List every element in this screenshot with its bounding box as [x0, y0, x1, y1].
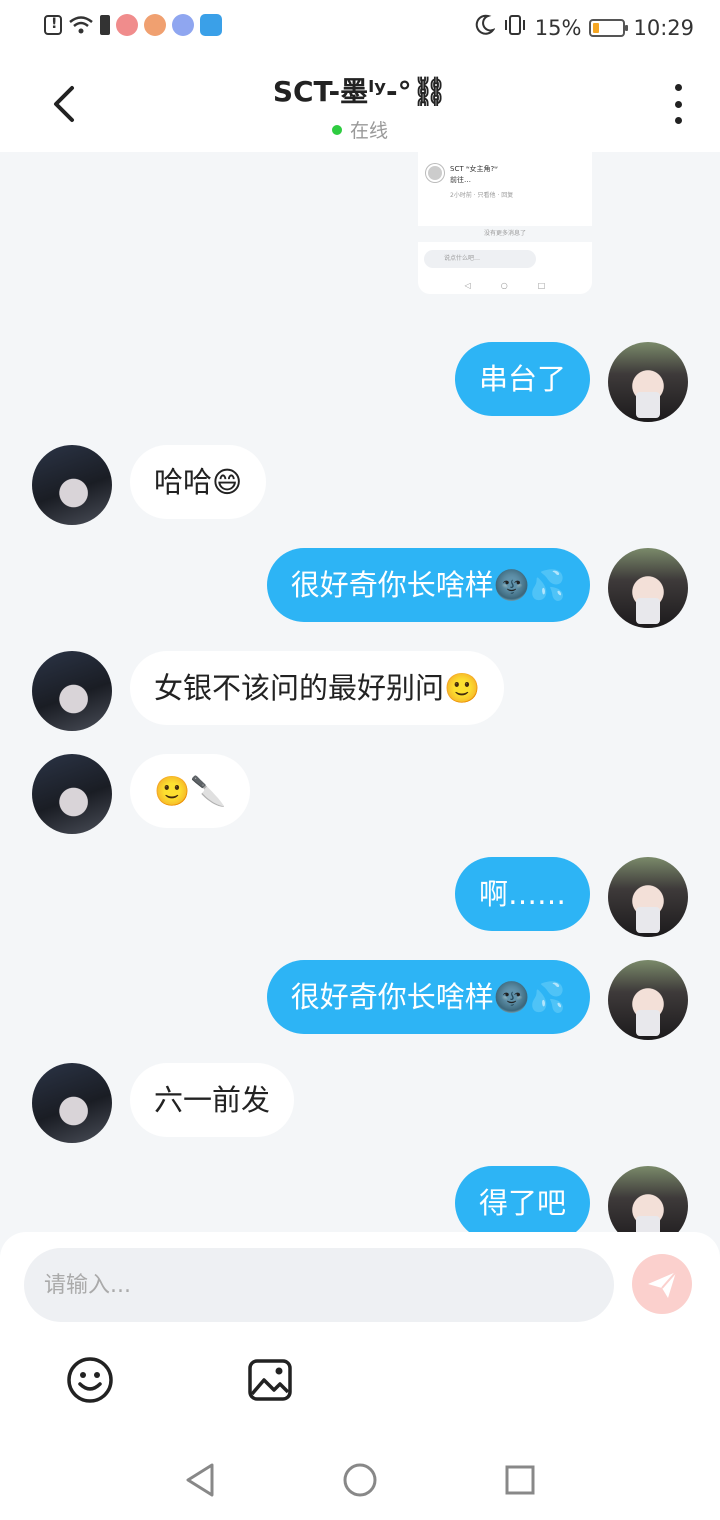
square-recents-icon — [505, 1465, 535, 1495]
message-bubble[interactable]: 串台了 — [454, 342, 590, 416]
shared-screenshot-image[interactable]: SCT ʷ女主角?ʷ 前往… 2小时前 · 只看他 · 回复 没有更多消息了 说… — [418, 152, 592, 294]
message-row: 六一前发 — [32, 1063, 295, 1143]
online-status: 在线 — [0, 116, 720, 143]
screenshot-navbar: ◁ ○ □ — [464, 281, 546, 290]
message-bubble[interactable]: 很好奇你长啥样🌚💦 — [266, 548, 590, 622]
status-bar: 15% 10:29 — [0, 0, 720, 56]
app-icon — [116, 14, 138, 36]
message-row: 哈哈😄 — [32, 445, 267, 525]
vibrate-icon — [503, 14, 527, 41]
avatar[interactable] — [32, 445, 112, 525]
avatar[interactable] — [32, 754, 112, 834]
avatar[interactable] — [608, 857, 688, 937]
title-block: SCT-墨ˡʸ-°⛓ 在线 — [0, 70, 720, 143]
message-bubble[interactable]: 得了吧 — [454, 1166, 590, 1232]
image-button[interactable] — [246, 1356, 294, 1404]
app-icon — [144, 14, 166, 36]
screenshot-separator: 没有更多消息了 — [418, 226, 592, 242]
avatar — [426, 164, 444, 182]
battery-saver-icon — [100, 15, 110, 35]
emoji-button[interactable] — [66, 1356, 114, 1404]
alert-icon — [44, 15, 62, 35]
avatar[interactable] — [32, 1063, 112, 1143]
screenshot-text: 2小时前 · 只看他 · 回复 — [450, 192, 514, 199]
nav-back-button[interactable] — [184, 1462, 216, 1502]
message-row: 女银不该问的最好别问🙂 — [32, 651, 505, 731]
screenshot-post: SCT ʷ女主角?ʷ 前往… 2小时前 · 只看他 · 回复 — [426, 164, 513, 199]
more-dot — [674, 117, 682, 124]
chat-header: SCT-墨ˡʸ-°⛓ 在线 — [0, 56, 720, 152]
avatar[interactable] — [608, 548, 688, 628]
avatar[interactable] — [608, 1166, 688, 1232]
message-row: 很好奇你长啥样🌚💦 — [266, 960, 688, 1040]
message-input[interactable] — [24, 1248, 614, 1322]
triangle-back-icon — [186, 1463, 214, 1497]
message-list[interactable]: SCT ʷ女主角?ʷ 前往… 2小时前 · 只看他 · 回复 没有更多消息了 说… — [0, 152, 720, 1232]
message-row: 🙂🔪 — [32, 754, 251, 834]
avatar[interactable] — [32, 651, 112, 731]
online-dot-icon — [331, 124, 342, 135]
message-row: 串台了 — [454, 342, 688, 422]
more-dot — [674, 84, 682, 91]
more-dot — [674, 100, 682, 108]
clock: 10:29 — [633, 15, 694, 40]
composer — [0, 1232, 720, 1440]
message-row: 很好奇你长啥样🌚💦 — [266, 548, 688, 628]
image-icon — [248, 1359, 292, 1401]
moon-icon — [473, 14, 496, 41]
circle-home-icon — [343, 1463, 377, 1497]
status-icons-right: 15% 10:29 — [473, 14, 694, 41]
screenshot-input: 说点什么吧… — [424, 250, 536, 268]
wifi-icon — [68, 14, 94, 36]
message-bubble[interactable]: 很好奇你长啥样🌚💦 — [266, 960, 590, 1034]
send-button[interactable] — [632, 1254, 692, 1314]
message-bubble[interactable]: 啊…… — [454, 857, 590, 931]
screenshot-text: 前往… — [450, 176, 471, 184]
status-icons-left — [44, 14, 222, 36]
message-bubble[interactable]: 🙂🔪 — [130, 754, 251, 828]
message-bubble[interactable]: 女银不该问的最好别问🙂 — [130, 651, 505, 725]
battery-icon — [589, 18, 629, 37]
more-options-button[interactable] — [672, 84, 684, 124]
online-label: 在线 — [349, 120, 388, 142]
avatar[interactable] — [608, 342, 688, 422]
smiley-icon — [67, 1357, 113, 1403]
screenshot-text: SCT ʷ女主角?ʷ — [450, 165, 498, 173]
nav-recents-button[interactable] — [504, 1464, 536, 1500]
message-bubble[interactable]: 六一前发 — [130, 1063, 295, 1137]
message-bubble[interactable]: 哈哈😄 — [130, 445, 267, 519]
message-row: 啊…… — [454, 857, 688, 937]
music-icon — [172, 14, 194, 36]
browser-icon — [200, 14, 222, 36]
battery-percent: 15% — [534, 15, 582, 40]
system-navbar — [0, 1440, 720, 1520]
send-icon — [648, 1271, 677, 1298]
avatar[interactable] — [608, 960, 688, 1040]
message-row: 得了吧 — [454, 1166, 688, 1232]
page-title: SCT-墨ˡʸ-°⛓ — [272, 75, 448, 108]
nav-home-button[interactable] — [342, 1462, 378, 1502]
